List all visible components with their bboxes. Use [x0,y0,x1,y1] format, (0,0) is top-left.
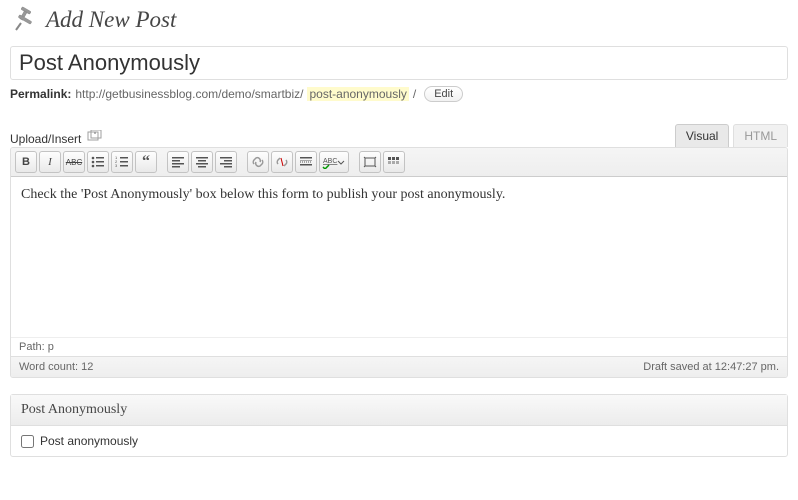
numbered-list-button[interactable]: 123 [111,151,133,173]
page-title: Add New Post [46,7,176,33]
bullet-list-button[interactable] [87,151,109,173]
edit-permalink-button[interactable]: Edit [424,86,463,102]
editor-box: B I ABC 123 “ ABC [10,147,788,378]
editor-toolbar: B I ABC 123 “ ABC [11,148,787,177]
unlink-button[interactable] [271,151,293,173]
bold-button[interactable]: B [15,151,37,173]
fullscreen-button[interactable] [359,151,381,173]
tab-visual[interactable]: Visual [675,124,729,147]
post-anonymously-metabox: Post Anonymously Post anonymously [10,394,788,457]
permalink-trail: / [413,87,416,101]
align-right-button[interactable] [215,151,237,173]
path-label: Path: [19,341,45,353]
permalink-slug: post-anonymously [307,87,408,101]
link-button[interactable] [247,151,269,173]
italic-button[interactable]: I [39,151,61,173]
more-button[interactable] [295,151,317,173]
blockquote-button[interactable]: “ [135,151,157,173]
pushpin-icon [10,6,38,34]
tab-html[interactable]: HTML [733,124,788,147]
post-title-input[interactable] [10,46,788,80]
add-media-icon[interactable] [87,130,103,147]
post-anonymously-label[interactable]: Post anonymously [40,434,138,448]
permalink-base: http://getbusinessblog.com/demo/smartbiz… [75,87,303,101]
svg-text:3: 3 [115,163,118,168]
word-count: Word count: 12 [19,361,93,373]
path-value[interactable]: p [48,341,54,353]
spellcheck-button[interactable]: ABC [319,151,349,173]
autosave-status: Draft saved at 12:47:27 pm. [643,361,779,373]
permalink-row: Permalink: http://getbusinessblog.com/de… [10,86,788,102]
align-center-button[interactable] [191,151,213,173]
post-anonymously-checkbox[interactable] [21,435,34,448]
editor-content-area[interactable]: Check the 'Post Anonymously' box below t… [11,177,787,337]
permalink-label: Permalink: [10,87,71,101]
strikethrough-button[interactable]: ABC [63,151,85,173]
svg-text:ABC: ABC [323,158,337,165]
metabox-title[interactable]: Post Anonymously [11,395,787,426]
kitchen-sink-button[interactable] [383,151,405,173]
upload-insert-label: Upload/Insert [10,132,81,146]
align-left-button[interactable] [167,151,189,173]
